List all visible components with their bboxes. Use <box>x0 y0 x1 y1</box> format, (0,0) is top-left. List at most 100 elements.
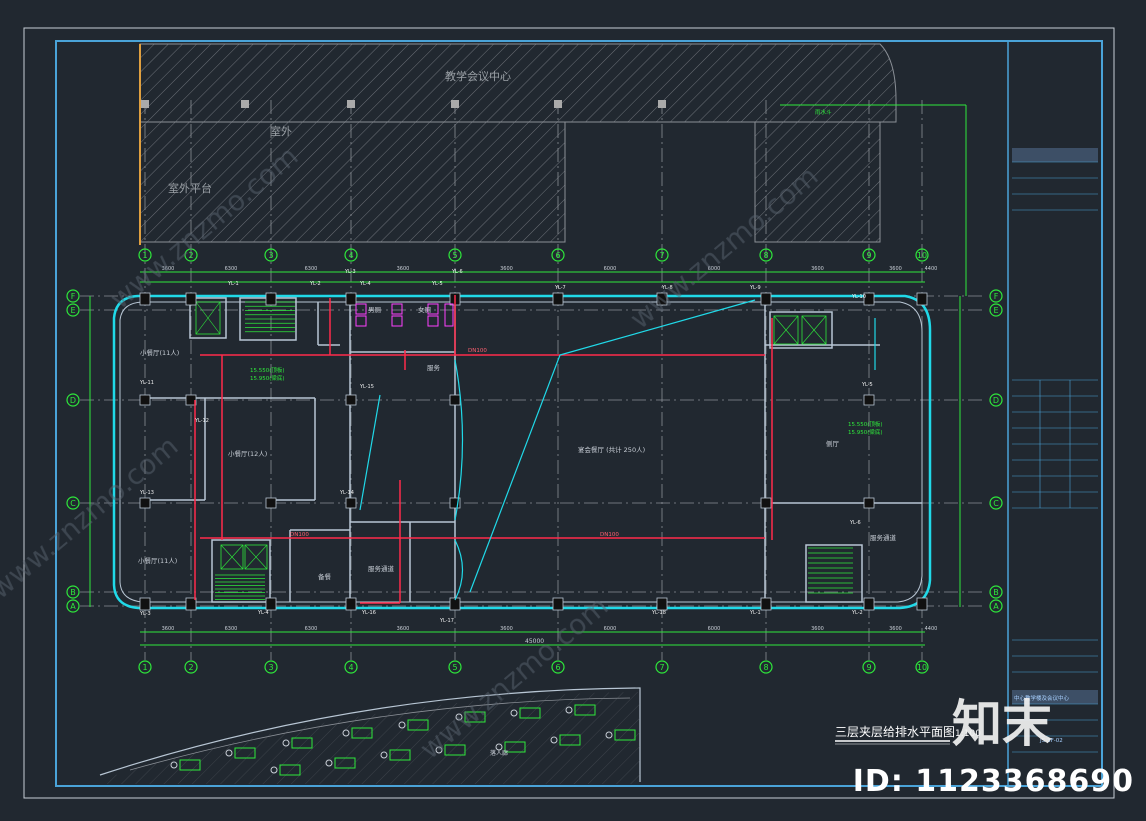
column <box>345 497 357 509</box>
column <box>658 100 666 108</box>
column <box>760 497 772 509</box>
pipe-size-3: DN100 <box>290 532 309 538</box>
column <box>265 597 277 611</box>
column <box>863 497 875 509</box>
pipe-tag: YL-2 <box>851 610 863 616</box>
column <box>185 292 197 306</box>
column <box>241 100 249 108</box>
grid-bubble-label: B <box>70 588 76 597</box>
dimension-bottom: 3600 <box>162 626 175 632</box>
outdoor-label: 室外 <box>270 124 292 138</box>
pipe-tag: YL-18 <box>651 610 666 616</box>
pipe-tag: YL-7 <box>554 285 566 291</box>
grid-bubble-label: 6 <box>555 251 560 260</box>
room-prep: 备餐 <box>318 572 332 581</box>
pipe-tag: YL-10 <box>851 294 866 300</box>
grid-bubble-label: 5 <box>452 251 457 260</box>
grid-bubble-label: 9 <box>866 251 871 260</box>
dimension-bottom: 3600 <box>811 626 824 632</box>
stair-hatches <box>195 301 853 600</box>
column <box>139 597 151 611</box>
grid-bubble-label: C <box>993 499 999 508</box>
grid-bubble-label: 8 <box>763 663 768 672</box>
dimension-top: 3600 <box>397 266 410 272</box>
pipe-tag: YL-6 <box>849 520 861 526</box>
room-main-hall: 宴会餐厅 (共计 250人) <box>578 445 645 454</box>
column <box>863 394 875 406</box>
column <box>449 394 461 406</box>
pipe-tag: YL-12 <box>194 418 209 424</box>
grid-bubble-label: 3 <box>268 251 273 260</box>
grid-bubble-label: B <box>993 588 999 597</box>
pipe-tag: YL-5 <box>431 281 443 287</box>
grid-bubble-label: F <box>994 292 999 301</box>
room-side-hall: 侧厅 <box>826 439 840 448</box>
pipe-tag: YL-16 <box>361 610 376 616</box>
column <box>345 394 357 406</box>
column <box>265 292 277 306</box>
column <box>141 100 149 108</box>
pipe-tag: YL-6 <box>451 269 463 275</box>
grid-bubble-label: 4 <box>348 663 353 672</box>
dimension-top: 4400 <box>925 266 938 272</box>
room-small-hall-lower: 小餐厅(11人) <box>138 556 177 565</box>
pipe-tag: YL-4 <box>359 281 371 287</box>
column <box>347 100 355 108</box>
grid-bubble-label: D <box>70 396 76 405</box>
dimension-bottom: 3600 <box>397 626 410 632</box>
grid-bubble-label: 2 <box>188 663 193 672</box>
pipe-tag: YL-13 <box>139 490 154 496</box>
grid-bubble-label: A <box>993 602 999 611</box>
grid-bubble-label: 9 <box>866 663 871 672</box>
watermark-id: ID: 1123368690 <box>852 764 1134 799</box>
grid-bubble-label: D <box>993 396 999 405</box>
column <box>554 100 562 108</box>
column <box>552 597 564 611</box>
grid-bubble-label: F <box>71 292 76 301</box>
dimension-bottom: 6000 <box>708 626 721 632</box>
grid-bubble-label: 7 <box>659 251 664 260</box>
dimension-top: 6000 <box>604 266 617 272</box>
grid-bubble-label: 8 <box>763 251 768 260</box>
dimension-top: 6300 <box>225 266 238 272</box>
column <box>139 394 151 406</box>
room-service-corridor-2: 服务通道 <box>870 533 897 542</box>
room-toilet-m: 男厕 <box>368 306 382 314</box>
column <box>139 497 151 509</box>
room-service: 服务 <box>427 363 441 372</box>
pipe-tag: YL-1 <box>749 610 761 616</box>
dimension-top: 6300 <box>305 266 318 272</box>
grid-bubble-label: 1 <box>142 663 147 672</box>
grid-bubble-label: 3 <box>268 663 273 672</box>
pipe-tag: YL-5 <box>861 382 873 388</box>
bottom-parking-area: 落人廊 <box>99 687 641 784</box>
pipe-tag: YL-15 <box>359 384 374 390</box>
column <box>916 597 928 611</box>
dimension-bottom: 3600 <box>889 626 902 632</box>
watermark-site-4: www.znzmo.com <box>0 429 184 605</box>
room-toilet-f: 女厕 <box>418 305 432 314</box>
pipe-tags: YL-1 YL-2YL-3YL-4 YL-5YL-6YL-7 YL-8 YL-9YL-1… <box>139 269 873 624</box>
pipe-tag: YL-14 <box>339 490 354 496</box>
dimension-bottom: 6300 <box>305 626 318 632</box>
dimension-top: 3600 <box>811 266 824 272</box>
column <box>345 597 357 611</box>
title-block: 中心教学楼及会议中心 JS-3F-02 <box>1012 148 1098 753</box>
dimension-bottom: 6300 <box>225 626 238 632</box>
elevation-label-2: 15.950(梁底) <box>250 374 285 382</box>
elevation-label-4: 15.950(梁底) <box>848 428 883 436</box>
grid-bubble-label: 6 <box>555 663 560 672</box>
drawing-title: 三层夹层给排水平面图 <box>835 725 955 739</box>
dimension-text-top: 3600 3600 6300 6300 6300 6300 3600 3600 3600 3600… <box>162 266 938 632</box>
column <box>656 597 668 611</box>
pipe-tag: YL-3 <box>344 269 356 275</box>
column <box>265 497 277 509</box>
dimension-top: 3600 <box>889 266 902 272</box>
room-small-hall-upper: 小餐厅(11人) <box>140 348 179 357</box>
pipe-size-2: DN100 <box>468 348 487 354</box>
outdoor-terrace-label: 室外平台 <box>168 181 212 195</box>
bottom-label: 落人廊 <box>490 749 508 757</box>
pipe-tag: YL-11 <box>139 380 154 386</box>
rain-hopper-note: 雨水斗 <box>815 108 832 116</box>
room-service-corridor: 服务通道 <box>368 564 395 573</box>
